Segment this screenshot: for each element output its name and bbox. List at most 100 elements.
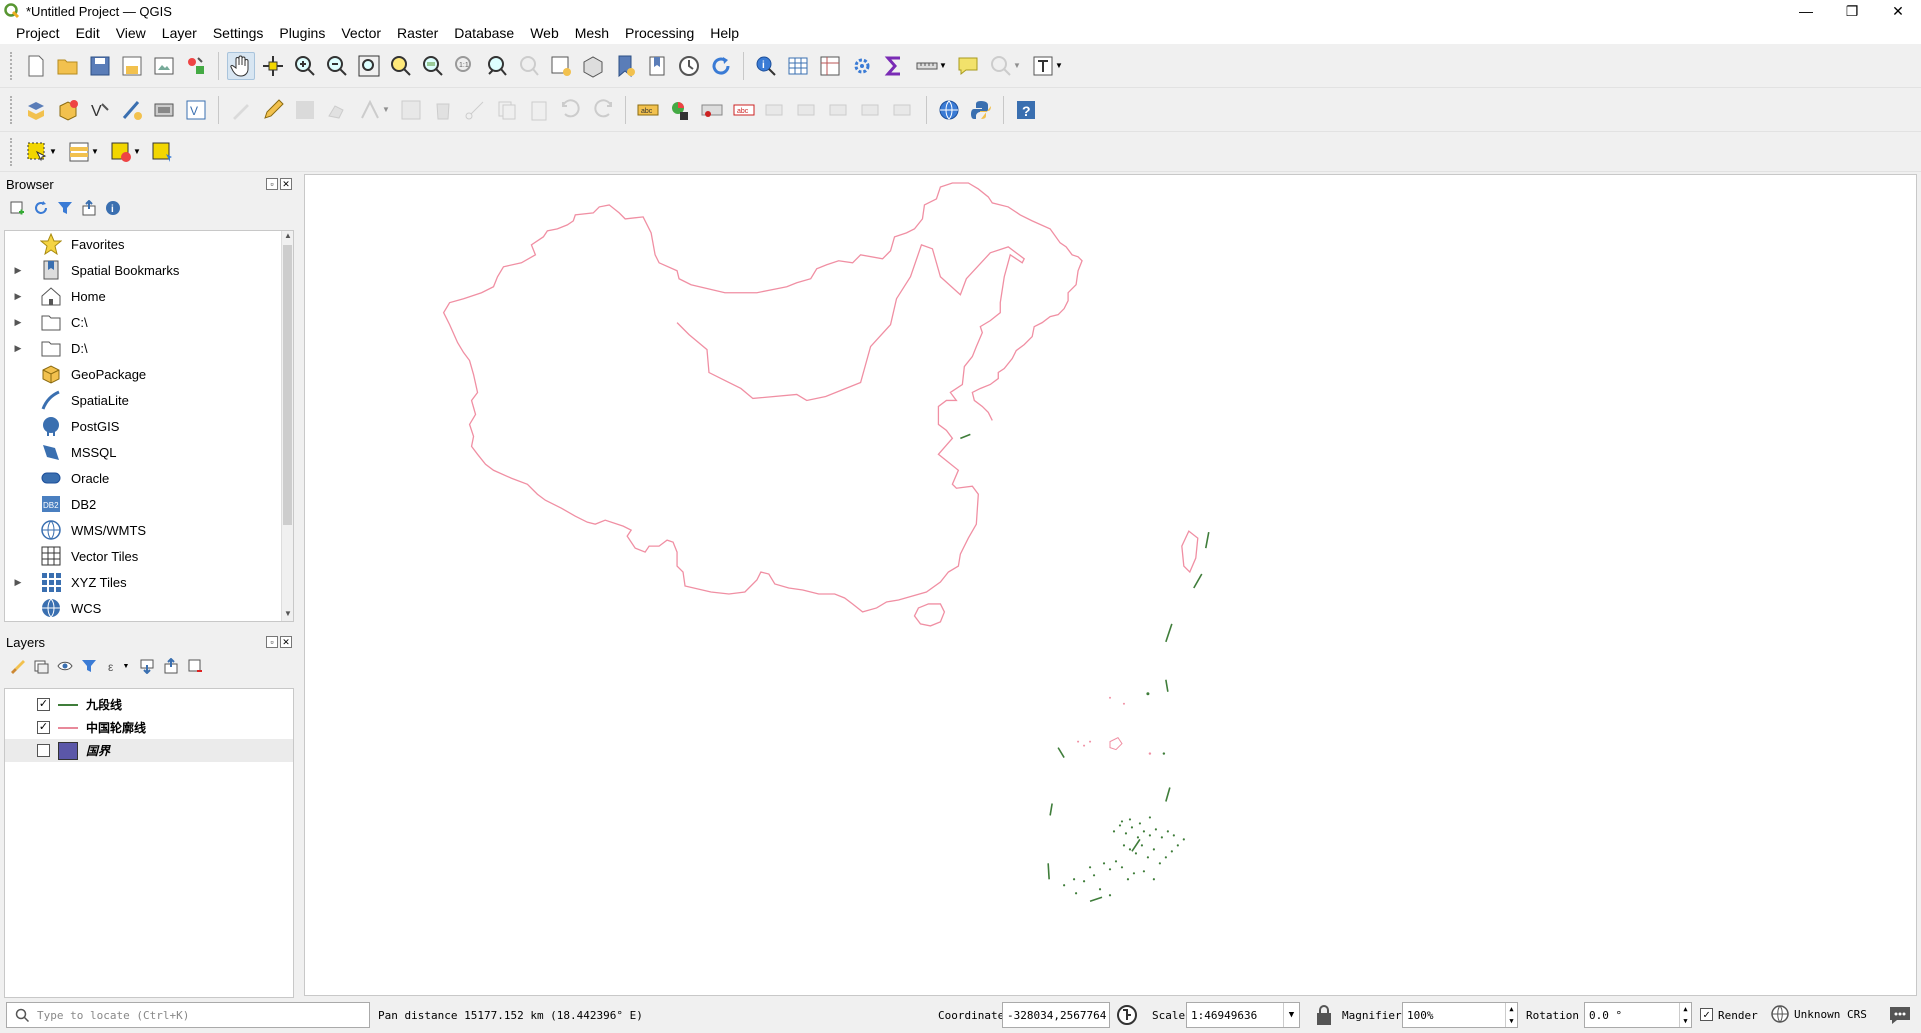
toolbar-handle[interactable]	[10, 137, 14, 166]
scroll-down-icon[interactable]: ▼	[282, 609, 293, 621]
rotate-label-button[interactable]	[794, 96, 822, 124]
rotation-spinbox[interactable]: 0.0 ° ▲ ▼	[1584, 1002, 1692, 1028]
modify-attributes-button[interactable]	[397, 96, 425, 124]
layer-row[interactable]: ✓ 九段线	[5, 693, 293, 716]
browser-item[interactable]: ▶ D:\	[5, 335, 293, 361]
browser-item[interactable]: GeoPackage	[5, 361, 293, 387]
zoom-full-button[interactable]	[355, 52, 383, 80]
show-hide-labels-button[interactable]	[858, 96, 886, 124]
close-button[interactable]: ✕	[1875, 0, 1921, 22]
help-button[interactable]: ?	[1012, 96, 1040, 124]
float-panel-button[interactable]: ▫	[266, 178, 278, 190]
scroll-thumb[interactable]	[283, 245, 292, 525]
refresh-button[interactable]	[707, 52, 735, 80]
lock-scale-button[interactable]	[1314, 1004, 1334, 1026]
zoom-to-selection-button[interactable]	[387, 52, 415, 80]
layers-tree[interactable]: ✓ 九段线 ✓ 中国轮廓线 国界	[4, 688, 294, 998]
browser-item[interactable]: PostGIS	[5, 413, 293, 439]
layer-visibility-checkbox[interactable]: ✓	[37, 698, 50, 711]
menu-project[interactable]: Project	[8, 25, 68, 41]
layer-visibility-checkbox[interactable]: ✓	[37, 721, 50, 734]
browser-item[interactable]: MSSQL	[5, 439, 293, 465]
save-project-button[interactable]	[86, 52, 114, 80]
redo-button[interactable]	[589, 96, 617, 124]
label-properties-button[interactable]	[890, 96, 918, 124]
vertex-tool-button[interactable]: ▼	[355, 96, 393, 124]
deselect-features-button[interactable]: ▼	[106, 138, 144, 166]
copy-features-button[interactable]	[493, 96, 521, 124]
chevron-down-icon[interactable]: ▼	[1283, 1003, 1299, 1027]
toggle-editing-button[interactable]	[259, 96, 287, 124]
identify-features-button[interactable]: i	[752, 52, 780, 80]
expand-arrow-icon[interactable]: ▶	[11, 341, 25, 355]
menu-view[interactable]: View	[108, 25, 154, 41]
zoom-native-button[interactable]: 1:1	[451, 52, 479, 80]
zoom-out-button[interactable]	[323, 52, 351, 80]
new-map-view-button[interactable]	[547, 52, 575, 80]
filter-legend-button[interactable]	[80, 657, 98, 675]
browser-item[interactable]: ▶ XYZ Tiles	[5, 569, 293, 595]
toolbar-handle[interactable]	[10, 51, 14, 80]
zoom-in-button[interactable]	[291, 52, 319, 80]
browser-item[interactable]: WCS	[5, 595, 293, 621]
magnifier-spinbox[interactable]: 100% ▲ ▼	[1402, 1002, 1518, 1028]
zoom-last-button[interactable]	[483, 52, 511, 80]
new-3d-map-button[interactable]	[579, 52, 607, 80]
select-by-value-button[interactable]: ▼	[64, 138, 102, 166]
expand-arrow-icon[interactable]: ▶	[11, 575, 25, 589]
browser-item[interactable]: Oracle	[5, 465, 293, 491]
locator-bar[interactable]	[6, 1002, 370, 1028]
print-layout-button[interactable]	[150, 52, 178, 80]
map-canvas[interactable]	[304, 174, 1917, 996]
processing-toolbox-button[interactable]	[848, 52, 876, 80]
move-label-button[interactable]	[762, 96, 790, 124]
menu-processing[interactable]: Processing	[617, 25, 702, 41]
menu-mesh[interactable]: Mesh	[567, 25, 617, 41]
layer-row[interactable]: ✓ 中国轮廓线	[5, 716, 293, 739]
paste-features-button[interactable]	[525, 96, 553, 124]
expand-arrow-icon[interactable]: ▶	[11, 263, 25, 277]
pan-to-selection-button[interactable]	[259, 52, 287, 80]
cut-features-button[interactable]	[461, 96, 489, 124]
float-panel-button[interactable]: ▫	[266, 636, 278, 648]
browser-item[interactable]: WMS/WMTS	[5, 517, 293, 543]
style-manager-button[interactable]	[182, 52, 210, 80]
expand-arrow-icon[interactable]: ▶	[11, 315, 25, 329]
collapse-all-button[interactable]	[80, 199, 98, 217]
messages-button[interactable]	[1888, 1004, 1912, 1026]
menu-plugins[interactable]: Plugins	[271, 25, 333, 41]
expand-all-button[interactable]	[138, 657, 156, 675]
scroll-up-icon[interactable]: ▲	[282, 231, 293, 243]
statistical-summary-button[interactable]	[880, 52, 908, 80]
metasearch-button[interactable]	[935, 96, 963, 124]
layer-visibility-checkbox[interactable]	[37, 744, 50, 757]
add-selected-layers-button[interactable]	[8, 199, 26, 217]
show-bookmarks-button[interactable]	[643, 52, 671, 80]
menu-database[interactable]: Database	[446, 25, 522, 41]
toolbar-handle[interactable]	[10, 95, 14, 124]
manage-visibility-button[interactable]	[56, 657, 74, 675]
locate-button[interactable]: ▼	[986, 52, 1024, 80]
crs-button[interactable]: Unknown CRS	[1770, 1004, 1867, 1024]
render-checkbox[interactable]: ✓	[1700, 1008, 1713, 1021]
label-toolbar-button[interactable]: abc	[634, 96, 662, 124]
current-edits-button[interactable]	[227, 96, 255, 124]
select-features-button[interactable]: ▼	[22, 138, 60, 166]
new-shapefile-layer-button[interactable]: V	[86, 96, 114, 124]
browser-item[interactable]: Vector Tiles	[5, 543, 293, 569]
filter-by-expression-button[interactable]: ε ▼	[104, 657, 132, 675]
pin-labels-button[interactable]	[698, 96, 726, 124]
browser-item[interactable]: ▶ C:\	[5, 309, 293, 335]
browser-item[interactable]: ▶ Home	[5, 283, 293, 309]
browser-item[interactable]: DB2 DB2	[5, 491, 293, 517]
spin-arrows[interactable]: ▲ ▼	[1679, 1003, 1691, 1027]
enable-properties-button[interactable]: i	[104, 199, 122, 217]
filter-browser-button[interactable]	[56, 199, 74, 217]
change-label-button[interactable]	[826, 96, 854, 124]
collapse-all-layers-button[interactable]	[162, 657, 180, 675]
zoom-to-layer-button[interactable]	[419, 52, 447, 80]
map-tips-button[interactable]	[954, 52, 982, 80]
temporal-controller-button[interactable]	[675, 52, 703, 80]
browser-tree[interactable]: Favorites ▶ Spatial Bookmarks ▶ Home ▶ C:\ ▶ D:\…	[4, 230, 294, 622]
measure-button[interactable]: ▼	[912, 52, 950, 80]
